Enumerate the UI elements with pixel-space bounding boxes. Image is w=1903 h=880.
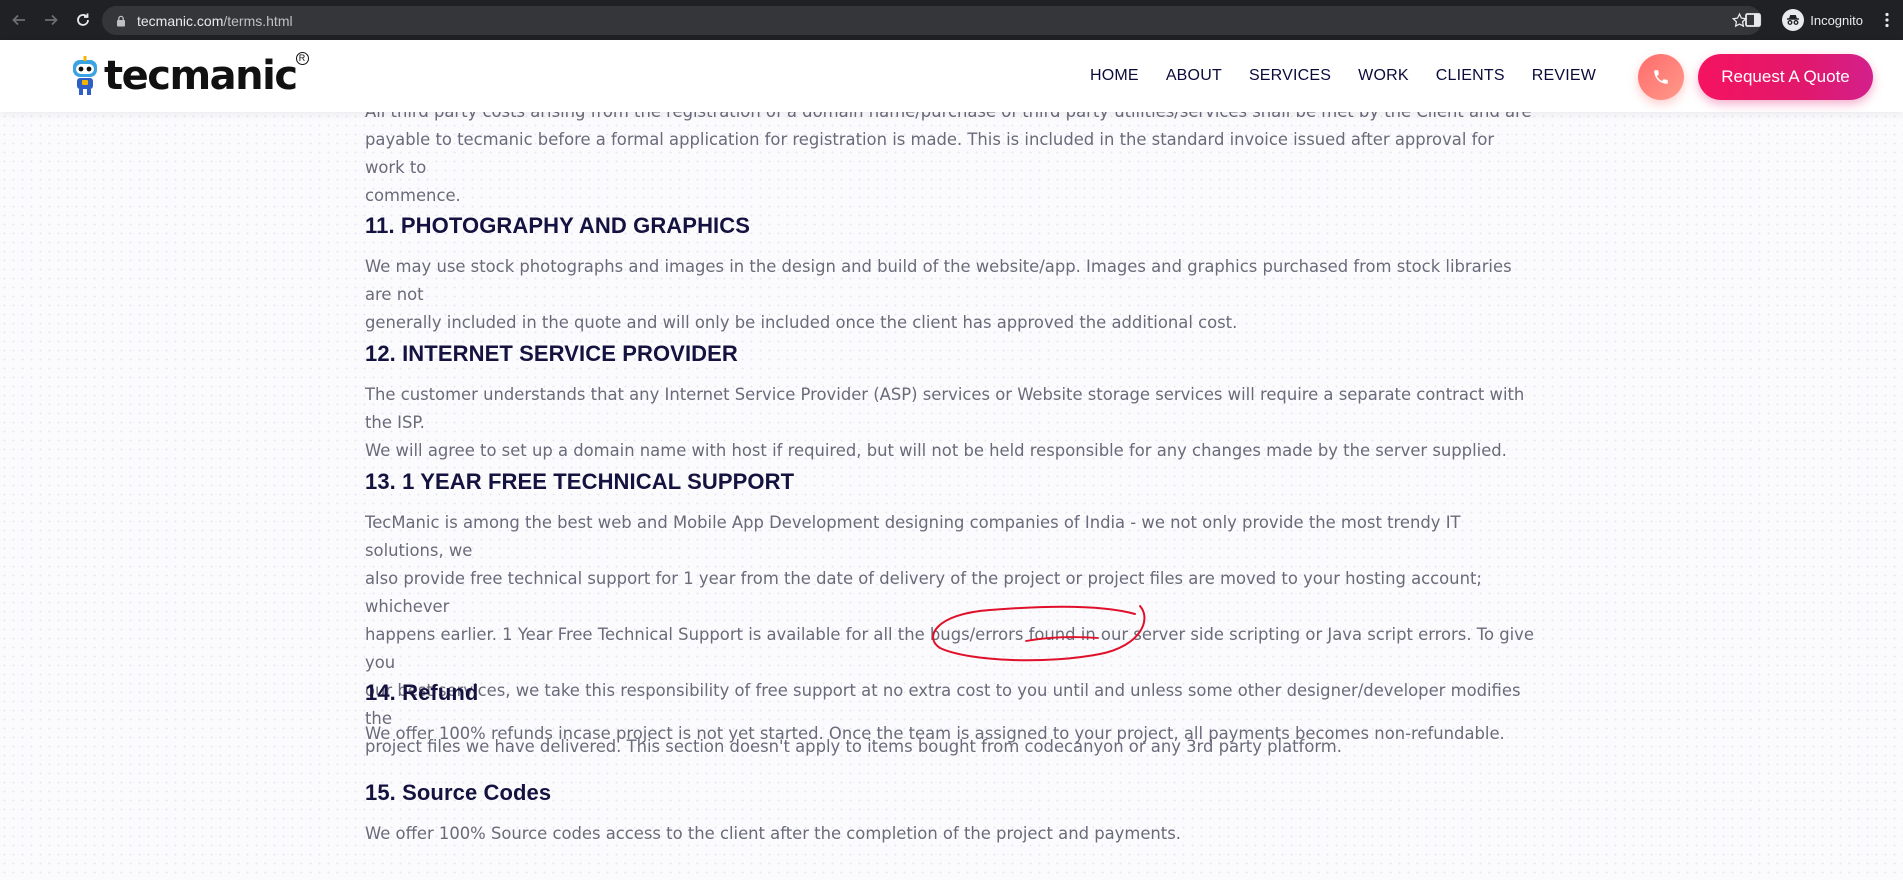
phone-button[interactable] [1638,54,1684,100]
forward-arrow-icon [45,14,58,26]
nav-services[interactable]: SERVICES [1249,67,1331,85]
incognito-indicator[interactable]: Incognito [1776,6,1873,34]
paragraph-line: also provide free technical support for … [365,569,1482,616]
main-nav: HOME ABOUT SERVICES WORK CLIENTS REVIEW [1090,40,1623,112]
nav-home[interactable]: HOME [1090,67,1139,85]
back-button[interactable] [6,7,32,33]
section-heading-11: 11. PHOTOGRAPHY AND GRAPHICS [365,213,751,238]
browser-toolbar: tecmanic.com/terms.html Incognito [0,0,1903,40]
section-heading-12: 12. INTERNET SERVICE PROVIDER [365,341,738,366]
url-text: tecmanic.com/terms.html [137,13,293,29]
paragraph-line: We offer 100% Source codes access to the… [365,824,1181,843]
nav-review[interactable]: REVIEW [1532,67,1596,85]
section-body-12: The customer understands that any Intern… [365,381,1535,465]
paragraph-line: We may use stock photographs and images … [365,257,1512,304]
incognito-icon [1782,9,1805,31]
lock-icon [117,15,125,26]
nav-work[interactable]: WORK [1358,67,1409,85]
address-bar[interactable]: tecmanic.com/terms.html [102,6,1762,35]
reload-button[interactable] [70,7,96,33]
paragraph-line: TecManic is among the best web and Mobil… [365,513,1461,560]
incognito-label: Incognito [1810,12,1863,28]
section-body-11: We may use stock photographs and images … [365,253,1535,337]
registered-mark: R [295,52,309,65]
kebab-menu-button[interactable] [1879,0,1895,40]
paragraph-line: commence. [365,186,461,205]
url-path: /terms.html [223,12,293,29]
paragraph-line: happens earlier. 1 Year Free Technical S… [365,625,1534,672]
section-heading-13: 13. 1 YEAR FREE TECHNICAL SUPPORT [365,469,795,494]
request-quote-button[interactable]: Request A Quote [1698,54,1873,100]
terms-content: All third party costs arising from the r… [0,102,1903,880]
side-panel-icon[interactable] [1744,11,1762,29]
back-arrow-icon [12,14,25,26]
kebab-menu-icon [1885,12,1889,28]
paragraph-line: The customer understands that any Intern… [365,385,1525,432]
logo-wordmark: tecmanic [104,53,298,99]
section-body-14: We offer 100% refunds incase project is … [365,720,1535,748]
section-heading-14: 14. Refund [365,680,479,705]
forward-button[interactable] [38,7,64,33]
intro-paragraph: All third party costs arising from the r… [365,98,1535,210]
paragraph-line: We will agree to set up a domain name wi… [365,441,1507,460]
paragraph-line: generally included in the quote and will… [365,313,1238,332]
robot-mascot-icon [73,56,97,95]
nav-about[interactable]: ABOUT [1166,67,1222,85]
site-logo[interactable]: tecmanic R [70,52,309,99]
section-heading-15: 15. Source Codes [365,780,552,805]
site-header: tecmanic R HOME ABOUT SERVICES WORK CLIE… [0,40,1903,112]
paragraph-line: payable to tecmanic before a formal appl… [365,130,1495,177]
phone-icon [1654,70,1668,84]
section-body-15: We offer 100% Source codes access to the… [365,820,1535,848]
url-host: tecmanic.com [137,12,224,29]
reload-icon [77,13,89,26]
paragraph-line: We offer 100% refunds incase project is … [365,724,1505,743]
nav-clients[interactable]: CLIENTS [1436,67,1505,85]
